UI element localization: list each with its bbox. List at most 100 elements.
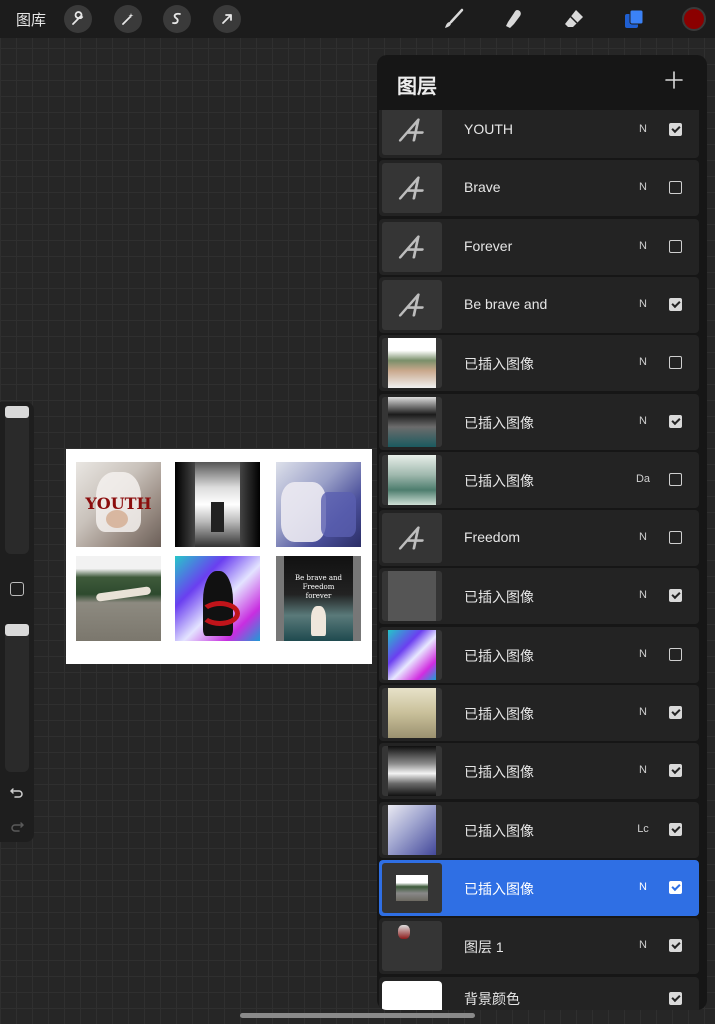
layer-name: 已插入图像 [464, 706, 534, 722]
layer-name: 已插入图像 [464, 414, 534, 431]
visibility-checkbox[interactable] [669, 297, 682, 311]
magic-wand-icon[interactable] [114, 5, 142, 33]
blend-mode-button[interactable]: N [631, 881, 655, 893]
layer-thumbnail[interactable] [382, 862, 442, 913]
layer-thumbnail[interactable] [382, 396, 442, 447]
image-tile-wall [76, 556, 161, 641]
visibility-checkbox[interactable] [669, 939, 682, 953]
text-layer-icon[interactable] [382, 110, 442, 155]
layer-thumbnail[interactable] [382, 454, 442, 505]
layer-row[interactable]: Brave N [379, 160, 699, 217]
blend-mode-button[interactable]: N [631, 706, 655, 718]
visibility-checkbox[interactable] [669, 706, 682, 719]
blend-mode-button[interactable]: N [631, 181, 655, 193]
blend-mode-button[interactable]: N [631, 764, 655, 776]
visibility-checkbox[interactable] [669, 356, 682, 370]
layer-thumbnail[interactable] [382, 921, 442, 972]
layer-thumbnail[interactable] [382, 688, 442, 738]
artwork-canvas[interactable]: YOUTH Be brave and Freedom forever [66, 449, 372, 664]
layer-name: 已插入图像 [464, 589, 534, 606]
layer-name: 已插入图像 [464, 472, 534, 489]
image-tile-flowers [276, 462, 361, 547]
visibility-checkbox[interactable] [669, 239, 682, 253]
wrench-icon[interactable] [64, 5, 92, 33]
layer-row[interactable]: YOUTH N [379, 110, 699, 158]
layer-name: 已插入图像 [464, 822, 534, 839]
opacity-thumb[interactable] [5, 624, 29, 636]
layer-row[interactable]: Be brave and N [379, 276, 699, 333]
smudge-icon[interactable] [501, 6, 527, 32]
blend-mode-button[interactable]: Lc [631, 823, 655, 835]
text-layer-icon[interactable] [382, 279, 442, 330]
blend-mode-button[interactable]: N [631, 648, 655, 660]
visibility-checkbox[interactable] [669, 991, 682, 1005]
opacity-slider[interactable] [5, 624, 29, 772]
layer-name: 已插入图像 [464, 647, 534, 664]
blend-mode-button[interactable]: N [631, 240, 655, 252]
visibility-checkbox[interactable] [669, 589, 682, 603]
brush-icon[interactable] [441, 6, 467, 32]
visibility-checkbox[interactable] [669, 531, 682, 545]
layer-row[interactable]: 已插入图像 N [379, 626, 699, 683]
layer-name: Be brave and [464, 295, 548, 312]
layer-row[interactable]: 已插入图像 N [379, 393, 699, 450]
visibility-checkbox[interactable] [669, 764, 682, 778]
transform-arrow-icon[interactable] [213, 5, 241, 33]
text-layer-icon[interactable] [382, 163, 442, 214]
layer-row[interactable]: 已插入图像 N [379, 685, 699, 741]
gallery-button[interactable]: 图库 [16, 9, 46, 30]
visibility-checkbox[interactable] [669, 472, 682, 486]
home-indicator[interactable] [240, 1013, 475, 1018]
layer-row-selected[interactable]: 已插入图像 N [379, 859, 699, 916]
brush-size-slider[interactable] [5, 406, 29, 554]
visibility-checkbox[interactable] [669, 123, 682, 136]
blend-mode-button[interactable]: N [631, 123, 655, 135]
layer-thumbnail[interactable] [382, 980, 442, 1010]
layer-list: YOUTH N Brave N Forever N Be brave and N 已插入图像 N 已… [377, 110, 707, 1010]
quote-text: Be brave and Freedom forever [295, 574, 342, 600]
visibility-checkbox[interactable] [669, 880, 682, 894]
blend-mode-button[interactable]: N [631, 531, 655, 543]
layer-row[interactable]: 图层 1 N [379, 918, 699, 975]
layer-row[interactable]: 已插入图像 Lc [379, 801, 699, 858]
image-tile-youth: YOUTH [76, 462, 161, 547]
layer-name: 背景颜色 [464, 990, 520, 1007]
selection-icon[interactable] [163, 5, 191, 33]
blend-mode-button[interactable]: N [631, 298, 655, 310]
brush-size-thumb[interactable] [5, 406, 29, 418]
blend-mode-button[interactable]: N [631, 356, 655, 368]
blend-mode-button[interactable]: N [631, 589, 655, 601]
layer-name: 已插入图像 [464, 764, 534, 781]
visibility-checkbox[interactable] [669, 181, 682, 195]
layer-row[interactable]: 已插入图像 Da [379, 451, 699, 508]
text-layer-icon[interactable] [382, 221, 442, 272]
plus-icon[interactable] [663, 69, 685, 91]
layer-row[interactable]: 已插入图像 N [379, 743, 699, 800]
text-layer-icon[interactable] [382, 513, 442, 564]
undo-icon[interactable] [7, 782, 27, 802]
layer-thumbnail[interactable] [382, 571, 442, 622]
layer-row[interactable]: Freedom N [379, 510, 699, 567]
layer-row[interactable]: 背景颜色 [379, 976, 699, 1010]
visibility-checkbox[interactable] [669, 647, 682, 661]
eraser-icon[interactable] [561, 6, 587, 32]
left-sidebar [0, 402, 34, 842]
blend-mode-button[interactable]: N [631, 415, 655, 427]
layer-thumbnail[interactable] [382, 629, 442, 680]
blend-mode-button[interactable]: Da [631, 473, 655, 485]
layers-panel-title: 图层 [397, 76, 437, 98]
visibility-checkbox[interactable] [669, 822, 682, 836]
layer-thumbnail[interactable] [382, 804, 442, 855]
modify-button[interactable] [10, 582, 24, 596]
visibility-checkbox[interactable] [669, 414, 682, 428]
redo-icon[interactable] [7, 816, 27, 836]
layer-row[interactable]: 已插入图像 N [379, 335, 699, 392]
layer-row[interactable]: Forever N [379, 218, 699, 275]
blend-mode-button[interactable]: N [631, 939, 655, 951]
layer-thumbnail[interactable] [382, 746, 442, 797]
layer-thumbnail[interactable] [382, 338, 442, 389]
color-swatch[interactable] [682, 7, 706, 31]
layer-row[interactable]: 已插入图像 N [379, 568, 699, 625]
top-toolbar: 图库 [0, 0, 715, 38]
layers-icon[interactable] [621, 6, 647, 32]
